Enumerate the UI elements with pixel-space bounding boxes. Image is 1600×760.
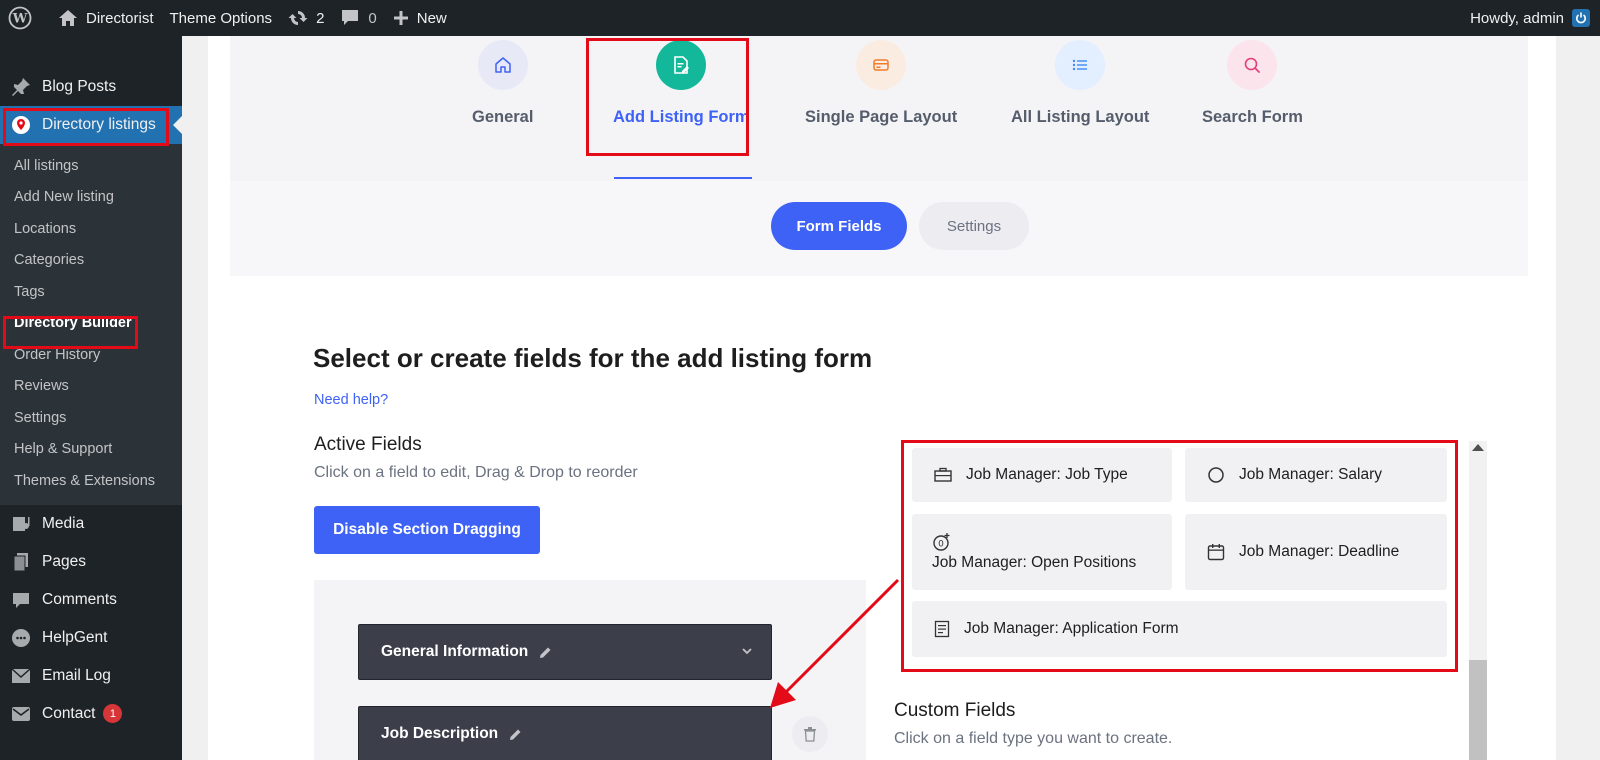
new-label: New	[416, 9, 447, 27]
fields-scrollbar-thumb[interactable]	[1469, 660, 1487, 760]
trash-icon	[804, 727, 816, 742]
form-fields-subtab[interactable]: Form Fields	[771, 202, 907, 250]
theme-options-label: Theme Options	[169, 9, 273, 27]
tab-all-listing-layout[interactable]: All Listing Layout	[1011, 40, 1149, 127]
menu-pages[interactable]: Pages	[0, 543, 182, 581]
power-icon[interactable]	[1572, 9, 1590, 27]
section-job-description[interactable]: Job Description	[358, 706, 772, 760]
updates-link[interactable]: 2	[280, 0, 332, 36]
submenu-all-listings[interactable]: All listings	[0, 150, 182, 182]
section-general-information[interactable]: General Information	[358, 624, 772, 680]
menu-blog-posts[interactable]: Blog Posts	[0, 68, 182, 106]
pencil-icon[interactable]	[508, 727, 523, 742]
tab-search-form[interactable]: Search Form	[1202, 40, 1303, 127]
comments-count: 0	[368, 9, 377, 27]
submenu-tags[interactable]: Tags	[0, 276, 182, 308]
contact-count-badge: 1	[103, 704, 123, 723]
submenu-locations[interactable]: Locations	[0, 213, 182, 245]
svg-text:0: 0	[938, 540, 944, 550]
chevron-down-icon[interactable]	[741, 645, 753, 657]
submenu-add-new-listing[interactable]: Add New listing	[0, 182, 182, 214]
menu-contact[interactable]: Contact 1	[0, 695, 182, 733]
briefcase-icon	[934, 467, 952, 482]
preset-field-deadline[interactable]: Job Manager: Deadline	[1185, 514, 1447, 590]
tab-add-listing-form[interactable]: Add Listing Form	[613, 40, 750, 127]
submenu-reviews[interactable]: Reviews	[0, 371, 182, 403]
active-fields-description: Click on a field to edit, Drag & Drop to…	[314, 464, 638, 481]
counter-plus-icon: 0	[933, 533, 950, 551]
active-fields-title: Active Fields	[314, 434, 422, 455]
menu-helpgent[interactable]: HelpGent	[0, 619, 182, 657]
active-tab-indicator	[614, 177, 752, 179]
delete-section-button[interactable]	[792, 716, 828, 752]
menu-comments[interactable]: Comments	[0, 581, 182, 619]
submenu-categories[interactable]: Categories	[0, 245, 182, 277]
refresh-icon	[288, 11, 308, 25]
need-help-link[interactable]: Need help?	[314, 392, 388, 408]
custom-fields-description: Click on a field type you want to create…	[894, 730, 1173, 747]
email-log-icon	[10, 665, 32, 687]
submenu-directory-builder[interactable]: Directory Builder	[0, 308, 182, 340]
tab-single-page-layout[interactable]: Single Page Layout	[805, 40, 957, 127]
all-listing-layout-tab-icon	[1055, 40, 1106, 90]
comments-icon	[10, 589, 32, 611]
add-listing-form-tab-icon	[656, 40, 707, 90]
menu-email-log[interactable]: Email Log	[0, 657, 182, 695]
preset-field-open-positions[interactable]: 0 Job Manager: Open Positions	[912, 514, 1172, 590]
menu-media[interactable]: Media	[0, 505, 182, 543]
plus-icon	[393, 11, 408, 25]
builder-tabs: General Add Listing Form Single Page Lay…	[230, 36, 1528, 181]
page-heading: Select or create fields for the add list…	[313, 343, 873, 373]
tab-general[interactable]: General	[472, 40, 533, 127]
wordpress-logo-button[interactable]: W	[0, 0, 50, 36]
theme-options-link[interactable]: Theme Options	[162, 0, 281, 36]
submenu-order-history[interactable]: Order History	[0, 339, 182, 371]
settings-subtab[interactable]: Settings	[919, 202, 1029, 250]
pencil-icon[interactable]	[538, 645, 553, 660]
svg-text:W: W	[12, 12, 28, 27]
howdy-label: Howdy, admin	[1470, 9, 1564, 27]
pin-icon	[10, 76, 32, 98]
preset-field-job-type[interactable]: Job Manager: Job Type	[912, 448, 1172, 502]
subtabs: Form Fields Settings	[230, 181, 1528, 276]
preset-field-application-form[interactable]: Job Manager: Application Form	[912, 601, 1447, 657]
submenu-themes-extensions[interactable]: Themes & Extensions	[0, 465, 182, 497]
pages-icon	[10, 551, 32, 573]
directory-submenu: All listings Add New listing Locations C…	[0, 144, 182, 505]
site-name: Directorist	[86, 9, 154, 27]
submenu-help-support[interactable]: Help & Support	[0, 434, 182, 466]
home-icon	[59, 10, 77, 26]
site-name-link[interactable]: Directorist	[50, 0, 162, 36]
comments-link[interactable]: 0	[332, 0, 384, 36]
general-tab-icon	[477, 40, 528, 90]
disable-section-dragging-button[interactable]: Disable Section Dragging	[314, 506, 540, 554]
comment-bubble-icon	[342, 10, 359, 25]
form-icon	[934, 620, 950, 638]
submenu-settings[interactable]: Settings	[0, 402, 182, 434]
envelope-icon	[10, 703, 32, 725]
wordpress-icon: W	[8, 6, 32, 30]
helpgent-icon	[10, 627, 32, 649]
account-menu[interactable]: Howdy, admin	[1470, 9, 1600, 27]
admin-sidebar: Dashboard Blog Posts Directory listings …	[0, 22, 182, 760]
preset-field-salary[interactable]: Job Manager: Salary	[1185, 448, 1447, 502]
calendar-icon	[1207, 544, 1225, 561]
admin-bar: W Directorist Theme Options 2 0 New Howd…	[0, 0, 1600, 36]
directory-listings-icon	[10, 114, 32, 136]
media-icon	[10, 513, 32, 535]
custom-fields-title: Custom Fields	[894, 700, 1016, 721]
updates-count: 2	[316, 9, 325, 27]
section-title: General Information	[381, 643, 529, 660]
new-content-link[interactable]: New	[385, 0, 455, 36]
scroll-up-arrow-icon[interactable]	[1472, 444, 1484, 451]
circle-icon	[1208, 467, 1224, 483]
annotation-arrow-icon	[770, 578, 900, 708]
menu-directory-listings[interactable]: Directory listings	[0, 106, 182, 144]
single-page-layout-tab-icon	[856, 40, 907, 90]
search-form-tab-icon	[1227, 40, 1278, 90]
section-title: Job Description	[381, 725, 499, 742]
page-scrollbar[interactable]	[1584, 36, 1600, 760]
